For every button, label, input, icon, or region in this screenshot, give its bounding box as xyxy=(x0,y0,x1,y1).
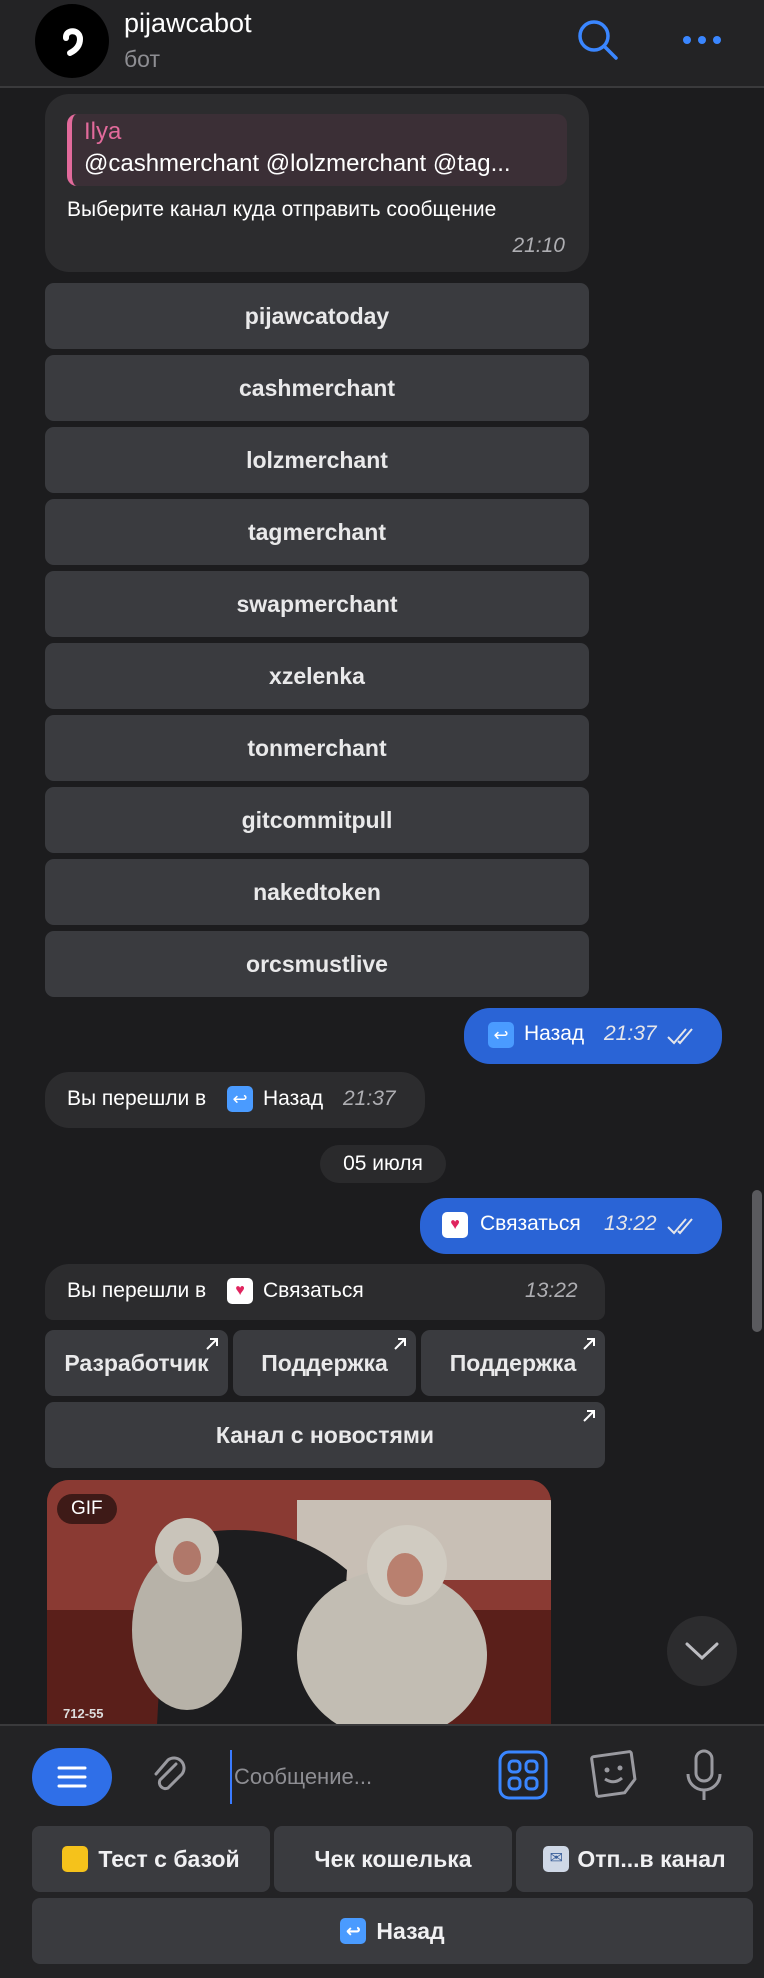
inline-button-support[interactable]: Поддержка xyxy=(233,1330,416,1396)
reply-button-back[interactable]: ↩ Назад xyxy=(32,1898,753,1964)
return-arrow-icon: ↩ xyxy=(227,1086,253,1112)
chat-title[interactable]: pijawcabot xyxy=(124,8,252,39)
inline-button-developer[interactable]: Разработчик xyxy=(45,1330,228,1396)
message-time: 21:10 xyxy=(512,234,565,257)
button-label: Разработчик xyxy=(64,1349,209,1376)
message-bubble-in-back: Вы перешли в ↩ Назад 21:37 xyxy=(45,1072,425,1128)
inline-button-channel[interactable]: tagmerchant xyxy=(45,499,589,565)
message-prefix: Вы перешли в xyxy=(67,1279,207,1302)
message-bubble-choose-channel: Ilya @cashmerchant @lolzmerchant @tag...… xyxy=(45,94,589,272)
external-link-icon xyxy=(394,1338,406,1350)
scrollbar[interactable] xyxy=(752,1190,762,1332)
gif-message[interactable]: GIF 712-55 xyxy=(47,1480,551,1725)
button-label: Тест с базой xyxy=(98,1845,240,1872)
return-arrow-icon: ↩ xyxy=(340,1918,367,1944)
message-bubble-out-contact: ♥ Связаться 13:22 xyxy=(420,1198,722,1254)
chat-header: pijawcabot бот xyxy=(0,0,764,88)
button-label: Канал с новостями xyxy=(215,1421,435,1448)
button-label: Отп...в канал xyxy=(577,1845,726,1872)
quoted-reply[interactable]: Ilya @cashmerchant @lolzmerchant @tag... xyxy=(67,114,567,186)
inline-button-channel[interactable]: tonmerchant xyxy=(45,715,589,781)
read-check-icon xyxy=(667,1218,693,1235)
inline-button-channel[interactable]: orcsmustlive xyxy=(45,931,589,997)
message-time: 13:22 xyxy=(604,1212,657,1235)
message-text: Назад xyxy=(524,1022,585,1045)
message-text: Связаться xyxy=(263,1279,364,1302)
inline-button-channel[interactable]: xzelenka xyxy=(45,643,589,709)
scroll-down-button[interactable] xyxy=(667,1616,737,1686)
menu-icon xyxy=(57,1766,87,1788)
return-arrow-icon: ↩ xyxy=(488,1022,514,1048)
button-label: Назад xyxy=(376,1917,445,1944)
yellow-square-icon xyxy=(62,1846,89,1872)
message-time: 21:37 xyxy=(343,1087,396,1110)
button-label: Поддержка xyxy=(261,1349,388,1376)
button-label: Поддержка xyxy=(449,1349,577,1376)
read-check-icon xyxy=(667,1028,693,1045)
inline-button-channel[interactable]: gitcommitpull xyxy=(45,787,589,853)
external-link-icon xyxy=(583,1338,595,1350)
message-prefix: Вы перешли в xyxy=(67,1087,207,1110)
gif-caption: 712-55 xyxy=(63,1706,104,1721)
inline-button-channel[interactable]: swapmerchant xyxy=(45,571,589,637)
microphone-icon[interactable] xyxy=(684,1748,724,1809)
reply-button-send-to-channel[interactable]: ✉ Отп...в канал xyxy=(516,1826,753,1892)
chat-subtitle: бот xyxy=(124,46,160,72)
inline-button-support[interactable]: Поддержка xyxy=(421,1330,605,1396)
love-letter-icon: ♥ xyxy=(442,1212,468,1238)
quote-text: @cashmerchant @lolzmerchant @tag... xyxy=(84,150,511,177)
message-bubble-in-contact: Вы перешли в ♥ Связаться 13:22 xyxy=(45,1264,605,1320)
message-time: 13:22 xyxy=(525,1279,578,1302)
bot-logo-icon xyxy=(63,28,84,56)
button-label: Чек кошелька xyxy=(314,1845,472,1872)
inline-button-news-channel[interactable]: Канал с новостями xyxy=(45,1402,605,1468)
message-composer: Тест с базой Чек кошелька ✉ Отп...в кана… xyxy=(0,1724,764,1978)
message-time: 21:37 xyxy=(604,1022,657,1045)
more-options-icon[interactable] xyxy=(680,22,724,63)
quote-author: Ilya xyxy=(84,118,122,145)
love-letter-icon: ♥ xyxy=(227,1278,253,1304)
reply-button-test-db[interactable]: Тест с базой xyxy=(32,1826,270,1892)
inline-button-channel[interactable]: pijawcatoday xyxy=(45,283,589,349)
message-text: Выберите канал куда отправить сообщение xyxy=(67,198,497,221)
message-text: Связаться xyxy=(480,1212,581,1235)
sticker-icon[interactable] xyxy=(588,1748,640,1805)
inline-button-channel[interactable]: nakedtoken xyxy=(45,859,589,925)
gif-image xyxy=(47,1480,551,1725)
gif-badge: GIF xyxy=(57,1494,117,1524)
bot-avatar[interactable] xyxy=(35,4,109,78)
search-icon[interactable] xyxy=(576,18,620,67)
external-link-icon xyxy=(206,1338,218,1350)
message-bubble-out-back: ↩ Назад 21:37 xyxy=(464,1008,722,1064)
external-link-icon xyxy=(583,1410,595,1422)
message-text: Назад xyxy=(263,1087,324,1110)
commands-icon[interactable] xyxy=(498,1750,548,1805)
date-separator: 05 июля xyxy=(320,1145,446,1183)
inline-button-channel[interactable]: cashmerchant xyxy=(45,355,589,421)
bot-menu-button[interactable] xyxy=(32,1748,112,1806)
reply-button-wallet-check[interactable]: Чек кошелька xyxy=(274,1826,512,1892)
envelope-icon: ✉ xyxy=(543,1846,570,1872)
inline-button-channel[interactable]: lolzmerchant xyxy=(45,427,589,493)
chevron-down-icon xyxy=(685,1642,719,1661)
attach-icon[interactable] xyxy=(146,1752,194,1805)
message-input[interactable] xyxy=(230,1750,486,1804)
